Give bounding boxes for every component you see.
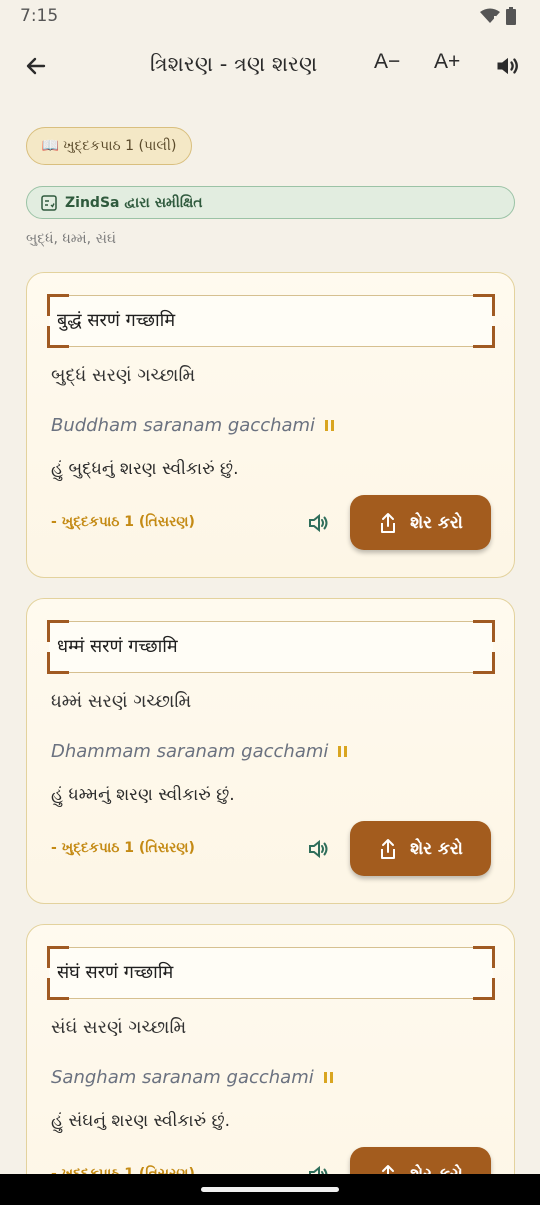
pali-box: धम्मं सरणं गच्छामि	[47, 620, 495, 674]
arrow-left-icon	[26, 57, 46, 75]
roman-text: Sangham saranam gacchami	[51, 1067, 333, 1088]
roman-text-label: Sangham saranam gacchami	[51, 1067, 314, 1088]
meaning-text: હું બુદ્ધનું શરણ સ્વીકારું છું.	[51, 459, 239, 479]
verse-card: बुद्धं सरणं गच्छामि બુદ્ધં સરણં ગચ્છામિ …	[26, 272, 515, 578]
page-title: ત્રિશરણ - ત્રણ શરણ	[150, 52, 318, 76]
reference-text: - ખુદ્દકપાઠ 1 (તિસરણ)	[51, 840, 195, 856]
pali-text: संघं सरणं गच्छामि	[57, 962, 174, 983]
font-decrease-button[interactable]: A−	[374, 50, 400, 74]
share-button[interactable]: શેર કરો	[350, 821, 491, 876]
status-icons	[480, 7, 516, 25]
speaker-icon	[309, 839, 328, 859]
gujarati-text: સંઘં સરણં ગચ્છામિ	[51, 1017, 187, 1038]
pause-icon[interactable]	[325, 420, 335, 431]
tags-line: બુદ્ધં, ધમ્મં, સંઘં	[26, 231, 117, 247]
source-chip[interactable]: 📖 ખુદ્દકપાઠ 1 (પાલી)	[26, 127, 192, 165]
card-speaker-button[interactable]	[307, 511, 331, 535]
font-increase-button[interactable]: A+	[434, 50, 460, 74]
share-button-label: શેર કરો	[410, 838, 463, 859]
pali-box: बुद्धं सरणं गच्छामि	[47, 294, 495, 348]
book-icon: 📖	[41, 138, 59, 154]
card-speaker-button[interactable]	[307, 837, 331, 861]
roman-text-label: Dhammam saranam gacchami	[51, 741, 329, 762]
pali-box: संघं सरणं गच्छामि	[47, 946, 495, 1000]
status-bar: 7:15	[0, 0, 540, 32]
verse-card: संघं सरणं गच्छामि સંઘં સરણં ગચ્છામિ Sang…	[26, 924, 515, 1205]
battery-icon	[506, 7, 516, 25]
share-icon	[381, 838, 396, 859]
verified-chip: ZindSa દ્વારા સમીક્ષિત	[26, 186, 515, 219]
share-button[interactable]: શેર કરો	[350, 495, 491, 550]
pali-text: धम्मं सरणं गच्छामि	[57, 636, 178, 657]
status-time: 7:15	[20, 6, 59, 26]
pause-icon[interactable]	[323, 1072, 333, 1083]
pause-icon[interactable]	[338, 746, 348, 757]
speaker-icon	[309, 513, 328, 533]
roman-text: Dhammam saranam gacchami	[51, 741, 348, 762]
meaning-text: હું ધમ્મનું શરણ સ્વીકારું છું.	[51, 785, 235, 805]
speaker-button[interactable]	[494, 52, 524, 82]
roman-text: Buddham saranam gacchami	[51, 415, 335, 436]
source-chip-label: ખુદ્દકપાઠ 1 (પાલી)	[62, 138, 177, 154]
verse-card: धम्मं सरणं गच्छामि ધમ્મં સરણં ગચ્છામિ Dh…	[26, 598, 515, 904]
pali-text: बुद्धं सरणं गच्छामि	[57, 310, 176, 331]
speaker-icon	[497, 57, 518, 75]
navigation-bar	[0, 1174, 540, 1205]
app-bar: ત્રિશરણ - ત્રણ શરણ A− A+	[0, 40, 540, 94]
back-button[interactable]	[18, 48, 54, 84]
checklist-icon	[41, 194, 57, 211]
reference-text: - ખુદ્દકપાઠ 1 (તિસરણ)	[51, 514, 195, 530]
gujarati-text: ધમ્મં સરણં ગચ્છામિ	[51, 691, 192, 712]
meaning-text: હું સંઘનું શરણ સ્વીકારું છું.	[51, 1111, 230, 1131]
roman-text-label: Buddham saranam gacchami	[51, 415, 316, 436]
verified-chip-label: ZindSa દ્વારા સમીક્ષિત	[65, 194, 203, 211]
wifi-icon	[480, 8, 500, 23]
share-button-label: શેર કરો	[410, 512, 463, 533]
home-handle[interactable]	[201, 1187, 339, 1192]
gujarati-text: બુદ્ધં સરણં ગચ્છામિ	[51, 365, 196, 386]
share-icon	[381, 512, 396, 533]
